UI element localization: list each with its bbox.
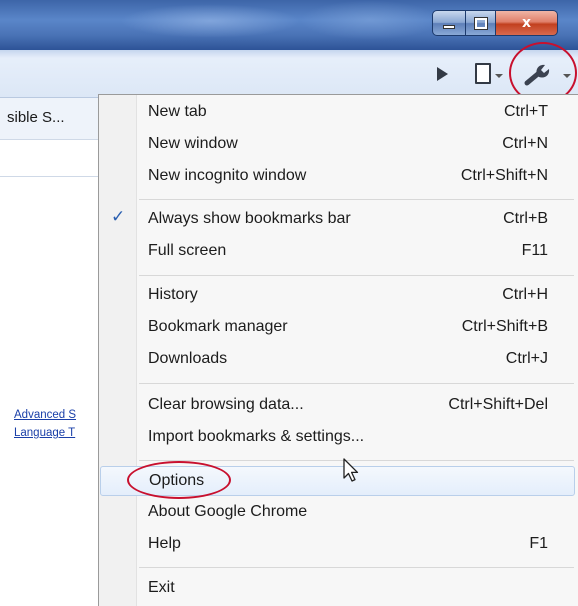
menu-item-label: Always show bookmarks bar	[148, 210, 351, 227]
titlebar-glow	[300, 0, 440, 40]
menu-item-label: Exit	[148, 579, 175, 596]
menu-item-shortcut: Ctrl+H	[502, 286, 548, 303]
menu-item-label: Bookmark manager	[148, 318, 288, 335]
menu-item-shortcut: Ctrl+N	[502, 135, 548, 152]
menu-item-label: Import bookmarks & settings...	[148, 428, 365, 445]
menu-item-label: Help	[148, 535, 181, 552]
menu-separator	[139, 383, 574, 384]
close-button[interactable]: x	[496, 10, 558, 36]
menu-item-shortcut: Ctrl+Shift+B	[461, 318, 548, 335]
menu-item-label: Clear browsing data...	[148, 396, 304, 413]
menu-item-new-incognito-window[interactable]: New incognito window Ctrl+Shift+N	[100, 162, 575, 192]
menu-item-label: About Google Chrome	[148, 503, 308, 520]
menu-item-new-tab[interactable]: New tab Ctrl+T	[100, 98, 575, 128]
toolbar-edge	[0, 50, 578, 58]
page-divider	[0, 176, 98, 177]
chevron-down-icon[interactable]	[495, 74, 503, 78]
menu-item-label: Full screen	[148, 242, 227, 259]
advanced-search-link[interactable]: Advanced S	[14, 409, 76, 421]
menu-item-exit[interactable]: Exit	[100, 574, 575, 604]
menu-item-label: New window	[148, 135, 238, 152]
menu-item-shortcut: Ctrl+T	[504, 103, 548, 120]
mouse-cursor-icon	[343, 458, 359, 482]
wrench-menu: New tab Ctrl+T New window Ctrl+N New inc…	[98, 94, 578, 606]
menu-item-about-google-chrome[interactable]: About Google Chrome	[100, 498, 575, 528]
annotation-circle-options	[127, 461, 231, 499]
menu-item-help[interactable]: Help F1	[100, 530, 575, 560]
menu-item-clear-browsing-data[interactable]: Clear browsing data... Ctrl+Shift+Del	[100, 391, 575, 421]
menu-item-shortcut: F11	[521, 242, 548, 259]
menu-item-new-window[interactable]: New window Ctrl+N	[100, 130, 575, 160]
menu-separator	[139, 275, 574, 276]
checkmark-icon: ✓	[111, 207, 126, 227]
menu-item-shortcut: Ctrl+J	[505, 350, 548, 367]
page-tab-label: sible S...	[7, 109, 65, 126]
restore-icon	[473, 16, 488, 30]
menu-item-label: New incognito window	[148, 167, 307, 184]
browser-toolbar	[0, 50, 578, 98]
menu-item-shortcut: F1	[529, 535, 548, 552]
titlebar-glow	[120, 4, 300, 38]
menu-separator	[139, 567, 574, 568]
menu-item-shortcut: Ctrl+Shift+Del	[448, 396, 548, 413]
close-icon: x	[521, 15, 532, 31]
page-tab[interactable]: sible S...	[0, 98, 98, 140]
minimize-button[interactable]	[432, 10, 466, 36]
language-tools-link[interactable]: Language T	[14, 427, 75, 439]
maximize-button[interactable]	[466, 10, 496, 36]
menu-item-label: History	[148, 286, 198, 303]
page-icon[interactable]	[475, 63, 491, 84]
menu-item-full-screen[interactable]: Full screen F11	[100, 237, 575, 267]
play-icon[interactable]	[437, 67, 448, 81]
menu-item-shortcut: Ctrl+B	[503, 210, 548, 227]
window-controls: x	[432, 10, 558, 38]
menu-item-bookmark-manager[interactable]: Bookmark manager Ctrl+Shift+B	[100, 313, 575, 343]
menu-item-label: New tab	[148, 103, 207, 120]
minimize-icon	[443, 25, 455, 29]
menu-item-history[interactable]: History Ctrl+H	[100, 281, 575, 311]
window-titlebar: x	[0, 0, 578, 50]
menu-item-import-bookmarks-settings[interactable]: Import bookmarks & settings...	[100, 423, 575, 453]
menu-item-shortcut: Ctrl+Shift+N	[460, 167, 548, 184]
menu-separator	[139, 199, 574, 200]
menu-item-downloads[interactable]: Downloads Ctrl+J	[100, 345, 575, 375]
menu-item-label: Downloads	[148, 350, 228, 367]
menu-item-always-show-bookmarks-bar[interactable]: ✓ Always show bookmarks bar Ctrl+B	[100, 205, 575, 235]
